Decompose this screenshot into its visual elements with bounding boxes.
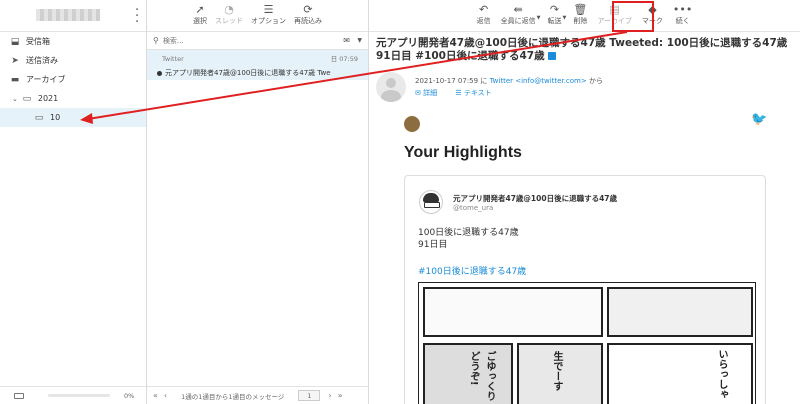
annotation-arrow: [80, 31, 628, 124]
